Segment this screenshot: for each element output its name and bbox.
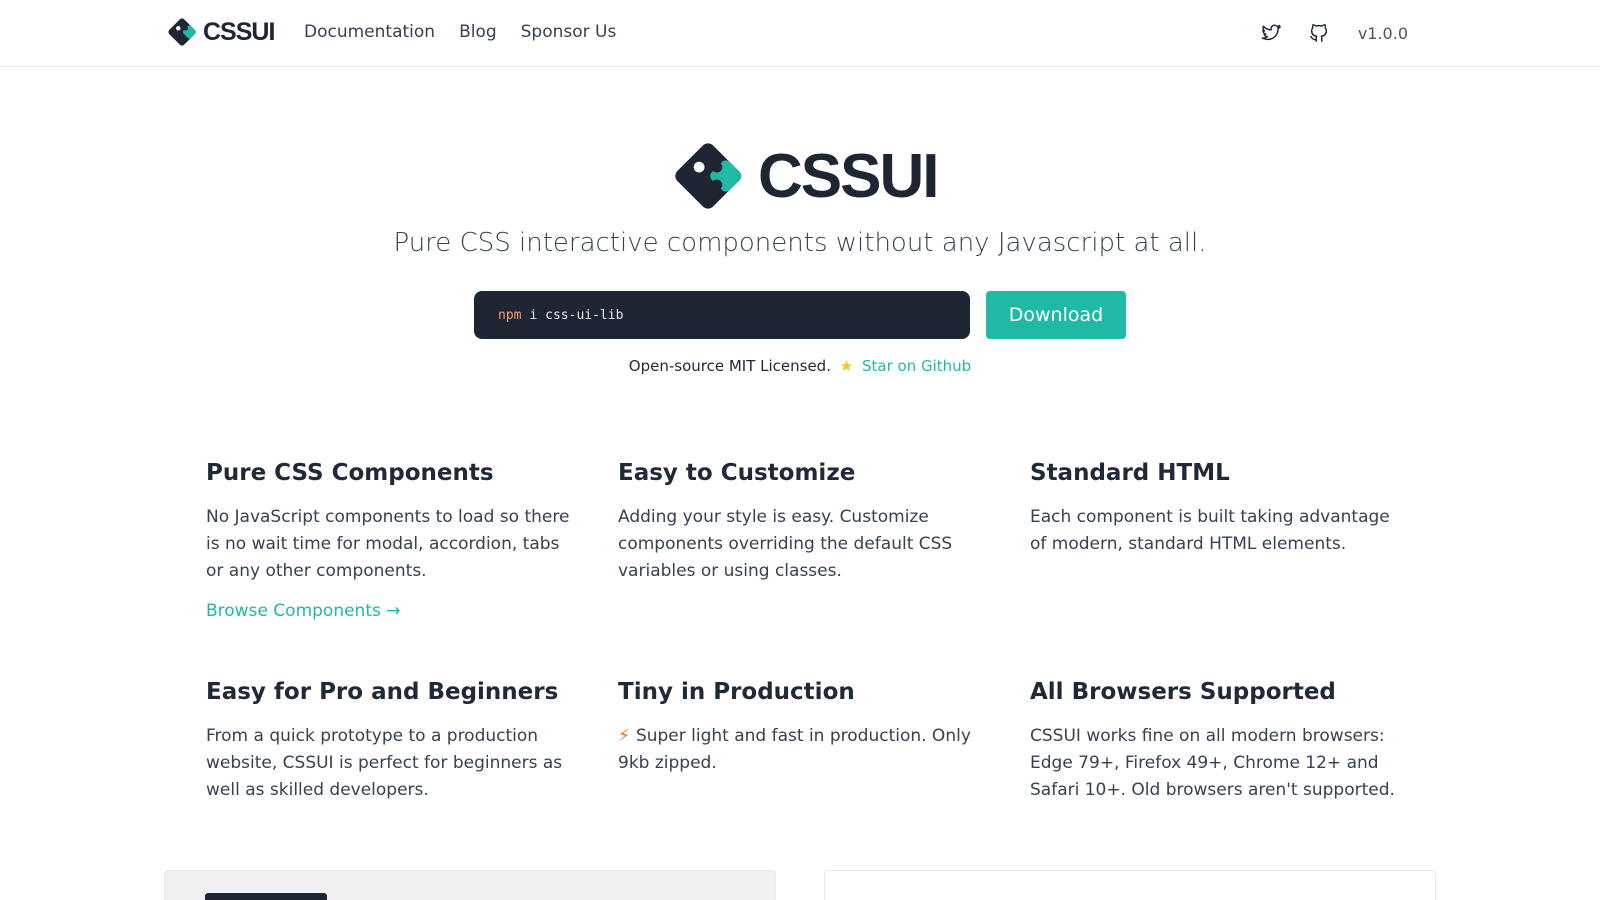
nav-blog[interactable]: Blog (459, 22, 497, 42)
hero-tagline: Pure CSS interactive components without … (393, 228, 1207, 258)
feature-title: Easy to Customize (618, 460, 856, 486)
github-icon[interactable] (1306, 20, 1332, 46)
nav-sponsor-us[interactable]: Sponsor Us (521, 22, 617, 42)
feature-card: Standard HTML Each component is built ta… (1030, 460, 1436, 679)
feature-card: All Browsers Supported CSSUI works fine … (1030, 679, 1436, 898)
install-keyword: npm (498, 307, 522, 323)
install-command: i css-ui-lib (529, 307, 624, 323)
demo-panel-right (824, 870, 1436, 900)
version-label: v1.0.0 (1357, 23, 1408, 43)
feature-title: All Browsers Supported (1030, 679, 1336, 705)
nav-documentation[interactable]: Documentation (304, 22, 435, 42)
feature-title: Easy for Pro and Beginners (206, 679, 559, 705)
feature-title: Pure CSS Components (206, 460, 494, 486)
feature-text: No JavaScript components to load so ther… (206, 507, 570, 581)
feature-text-with-icon: ⚡ Super light and fast in production. Onl… (618, 723, 986, 777)
license-text: Open-source MIT Licensed. (628, 357, 831, 375)
star-on-github-link[interactable]: Star on Github (862, 357, 971, 375)
feature-text: CSSUI works fine on all modern browsers:… (1030, 726, 1395, 800)
license-line: Open-source MIT Licensed. ★ Star on Gith… (0, 357, 1600, 375)
install-command-box[interactable]: npm i css-ui-lib (474, 291, 970, 339)
demo-panel-tab (205, 893, 327, 900)
cssui-logo-icon (168, 18, 196, 46)
hero-title: CSSUI (758, 141, 939, 211)
header-actions: v1.0.0 (1258, 20, 1408, 46)
feature-title: Tiny in Production (618, 679, 855, 705)
feature-card: Easy to Customize Adding your style is e… (618, 460, 1030, 679)
browse-components-link[interactable]: Browse Components → (206, 601, 401, 621)
hero-logo: CSSUI (672, 140, 939, 212)
feature-card: Easy for Pro and Beginners From a quick … (206, 679, 618, 898)
feature-card: Pure CSS Components No JavaScript compon… (206, 460, 618, 679)
brand-name: CSSUI (203, 17, 275, 46)
main-nav: Documentation Blog Sponsor Us (304, 22, 616, 42)
feature-text: From a quick prototype to a production w… (206, 726, 563, 800)
twitter-icon[interactable] (1258, 20, 1284, 46)
feature-title: Standard HTML (1030, 460, 1230, 486)
feature-text: Super light and fast in production. Only… (618, 726, 971, 773)
feature-text: Adding your style is easy. Customize com… (618, 507, 953, 581)
feature-card: Tiny in Production ⚡ Super light and fast… (618, 679, 1030, 898)
top-navbar: CSSUI Documentation Blog Sponsor Us v1.0… (0, 0, 1600, 67)
brand-link[interactable]: CSSUI (167, 17, 275, 47)
feature-text: Each component is built taking advantage… (1030, 507, 1390, 554)
download-button[interactable]: Download (986, 291, 1126, 339)
demo-panel-left (164, 870, 776, 900)
lightning-icon: ⚡ (618, 726, 630, 746)
star-icon: ★ (839, 357, 854, 375)
cssui-puzzle-logo-icon (675, 143, 742, 209)
features-grid: Pure CSS Components No JavaScript compon… (206, 460, 1436, 898)
